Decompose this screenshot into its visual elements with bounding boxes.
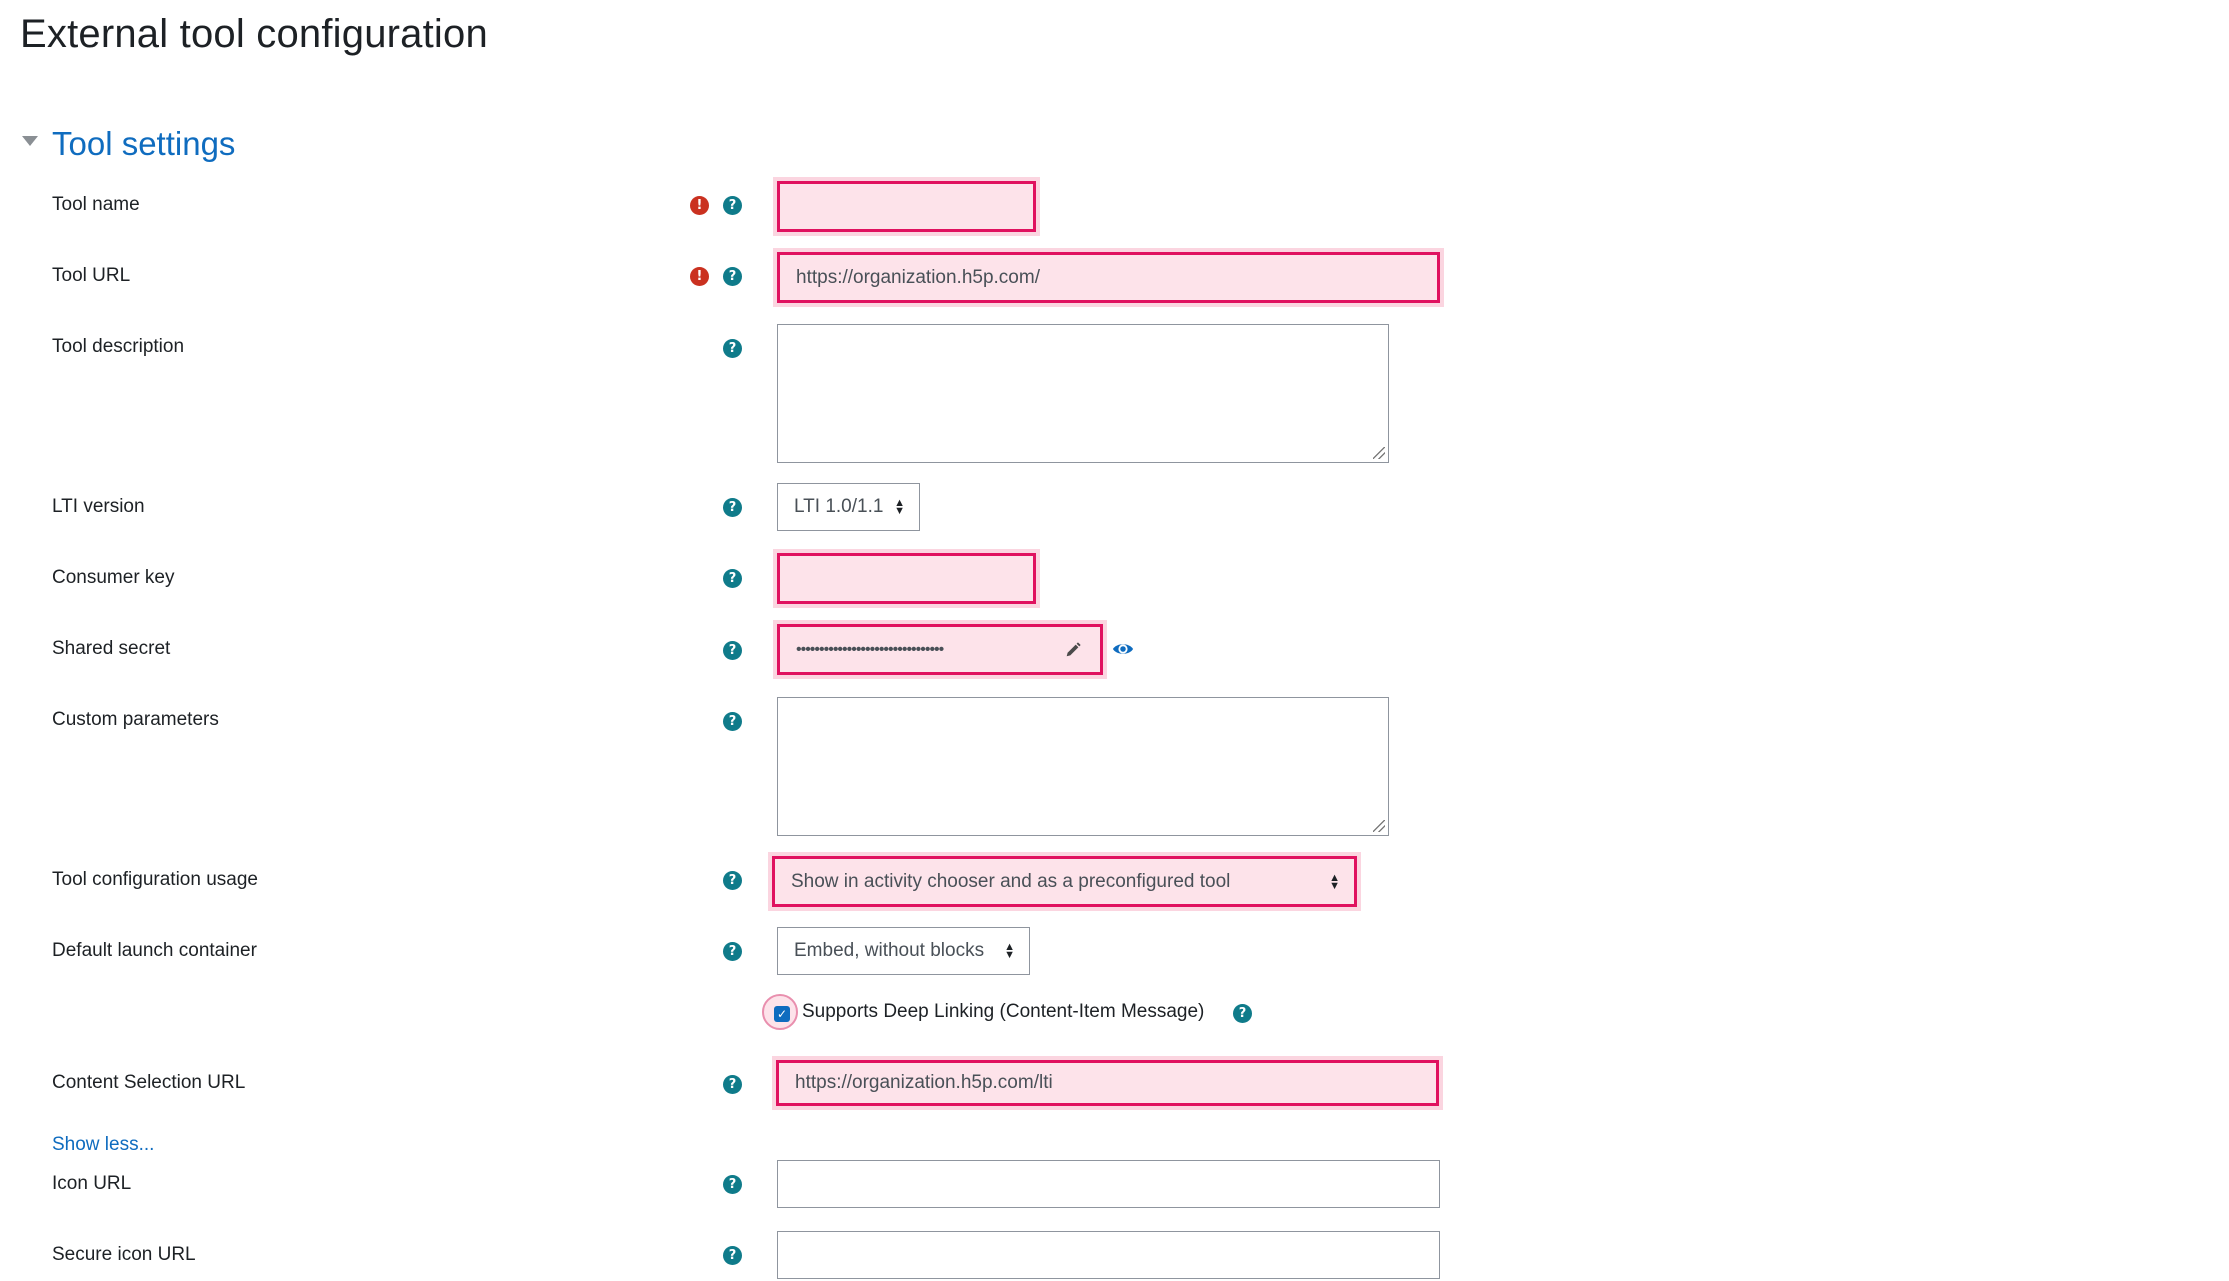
page: External tool configuration Tool setting…	[0, 0, 2229, 1281]
content-selection-url-label: Content Selection URL	[52, 1072, 246, 1093]
help-icon[interactable]: ?	[723, 339, 742, 358]
select-arrows-icon: ▲ ▼	[1329, 871, 1340, 892]
page-title: External tool configuration	[20, 12, 488, 56]
help-icon[interactable]: ?	[723, 267, 742, 286]
tool-description-label: Tool description	[52, 336, 185, 357]
secure-icon-url-input[interactable]	[777, 1231, 1440, 1279]
required-icon[interactable]: !	[690, 196, 709, 215]
help-icon[interactable]: ?	[723, 712, 742, 731]
help-icon[interactable]: ?	[723, 569, 742, 588]
help-icon[interactable]: ?	[723, 942, 742, 961]
custom-parameters-label: Custom parameters	[52, 709, 219, 730]
select-arrows-icon: ▲ ▼	[894, 497, 905, 517]
section-title[interactable]: Tool settings	[52, 125, 235, 163]
tool-name-input[interactable]	[777, 181, 1036, 232]
lti-version-select[interactable]: LTI 1.0/1.1 ▲ ▼	[777, 483, 920, 531]
default-launch-container-select[interactable]: Embed, without blocks ▲ ▼	[777, 927, 1030, 975]
help-icon[interactable]: ?	[723, 641, 742, 660]
help-icon[interactable]: ?	[723, 498, 742, 517]
tool-configuration-usage-label: Tool configuration usage	[52, 869, 258, 890]
deep-linking-label[interactable]: Supports Deep Linking (Content-Item Mess…	[802, 1001, 1204, 1023]
tool-name-label: Tool name	[52, 194, 140, 215]
required-icon[interactable]: !	[690, 267, 709, 286]
show-less-link[interactable]: Show less...	[52, 1134, 154, 1156]
tool-configuration-usage-select[interactable]: Show in activity chooser and as a precon…	[772, 856, 1357, 907]
content-selection-url-input[interactable]: https://organization.h5p.com/lti	[776, 1060, 1439, 1106]
deep-linking-checkbox[interactable]: ✓	[774, 1006, 790, 1022]
secure-icon-url-label: Secure icon URL	[52, 1244, 196, 1265]
icon-url-input[interactable]	[777, 1160, 1440, 1208]
consumer-key-label: Consumer key	[52, 567, 175, 588]
resize-handle[interactable]	[1373, 447, 1385, 459]
help-icon[interactable]: ?	[723, 196, 742, 215]
icon-url-label: Icon URL	[52, 1173, 132, 1194]
default-launch-container-label: Default launch container	[52, 940, 257, 961]
custom-parameters-textarea[interactable]	[777, 697, 1389, 836]
eye-icon[interactable]	[1112, 638, 1134, 660]
tool-url-input[interactable]: https://organization.h5p.com/	[777, 252, 1440, 303]
tool-description-textarea[interactable]	[777, 324, 1389, 463]
help-icon[interactable]: ?	[723, 1075, 742, 1094]
pencil-icon[interactable]	[1064, 641, 1082, 659]
select-arrows-icon: ▲ ▼	[1004, 941, 1015, 961]
shared-secret-input[interactable]: ••••••••••••••••••••••••••••••••	[777, 624, 1103, 675]
consumer-key-input[interactable]	[777, 553, 1036, 604]
caret-down-icon[interactable]	[22, 136, 38, 146]
help-icon[interactable]: ?	[723, 1175, 742, 1194]
shared-secret-label: Shared secret	[52, 638, 171, 659]
help-icon[interactable]: ?	[723, 1246, 742, 1265]
lti-version-label: LTI version	[52, 496, 145, 517]
help-icon[interactable]: ?	[1233, 1004, 1252, 1023]
help-icon[interactable]: ?	[723, 871, 742, 890]
tool-url-label: Tool URL	[52, 265, 131, 286]
resize-handle[interactable]	[1373, 820, 1385, 832]
